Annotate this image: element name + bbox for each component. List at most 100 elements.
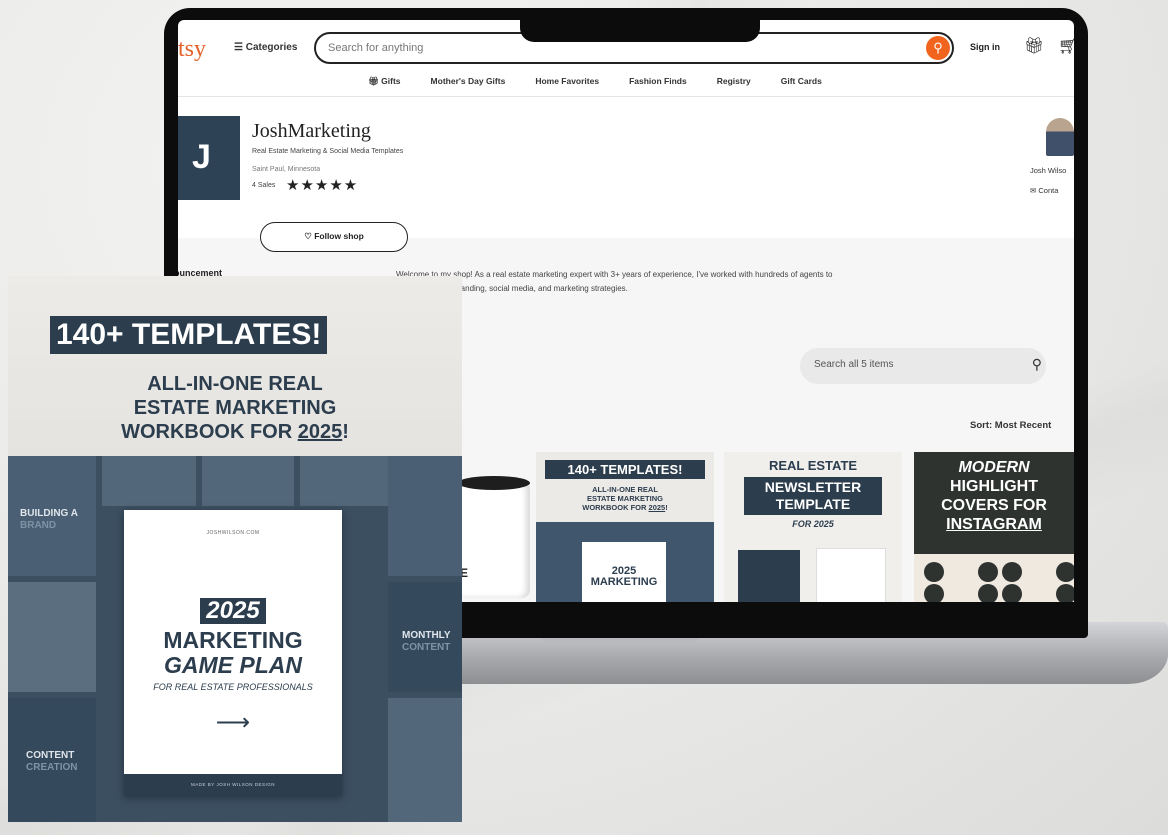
- thumb-title: MODERN: [958, 459, 1030, 476]
- cover-title-italic: GAME PLAN: [164, 652, 302, 678]
- thumb-subtitle-line: ESTATE MARKETING: [587, 494, 663, 503]
- card-subheadline-line: ESTATE MARKETING: [133, 397, 337, 419]
- nav-item-gift-cards[interactable]: Gift Cards: [781, 76, 822, 87]
- shop-logo: J: [178, 116, 240, 200]
- thumb-subtitle-line: ALL-IN-ONE REAL: [592, 485, 658, 494]
- thumb-title-line: HIGHLIGHT: [950, 478, 1038, 495]
- rating-stars[interactable]: ★★★★★: [286, 176, 358, 194]
- gift-icon[interactable]: 🎁︎: [1024, 36, 1044, 56]
- contact-link[interactable]: ✉ Conta: [1030, 186, 1058, 195]
- card-subheadline-text: WORKBOOK FOR: [121, 421, 298, 443]
- thumb-document: 2025 MARKETING: [582, 542, 666, 602]
- card-subheadline-line: WORKBOOK FOR 2025!: [8, 420, 462, 444]
- listing-thumbnail[interactable]: 140+ TEMPLATES! ALL-IN-ONE REAL ESTATE M…: [536, 452, 714, 602]
- divider: [178, 96, 1074, 97]
- cover-year: 2025: [200, 598, 266, 624]
- cover-footer: MADE BY JOSH WILSON DESIGN: [124, 774, 342, 796]
- thumb-subtitle: ALL-IN-ONE REAL ESTATE MARKETING WORKBOO…: [536, 485, 714, 512]
- highlight-circle: [1002, 584, 1022, 602]
- heart-icon: ♡: [304, 231, 312, 241]
- nav-item-label: Gifts: [381, 76, 401, 86]
- highlight-circle: [924, 562, 944, 582]
- nav-item-fashion-finds[interactable]: Fashion Finds: [629, 76, 687, 87]
- collage-tile: [102, 456, 196, 506]
- thumb-subtitle-text: WORKBOOK FOR: [582, 503, 647, 512]
- highlight-circle: [978, 562, 998, 582]
- collage-label-line: CONTENT: [26, 750, 75, 761]
- thumb-excl: !: [665, 503, 668, 512]
- thumb-title: 140+ TEMPLATES!: [545, 460, 705, 479]
- search-icon[interactable]: ⚲: [926, 36, 950, 60]
- nav-item-gifts[interactable]: 🎁︎ Gifts: [368, 76, 401, 87]
- thumb-title-line: INSTAGRAM: [946, 516, 1042, 533]
- camera-notch: [520, 8, 760, 42]
- hamburger-icon: ☰: [234, 42, 243, 53]
- highlight-circle: [1056, 584, 1074, 602]
- product-card: 140+ TEMPLATES! ALL-IN-ONE REAL ESTATE M…: [8, 276, 462, 822]
- collage-label: BUILDING A BRAND: [20, 508, 78, 532]
- nav-item-home-favorites[interactable]: Home Favorites: [535, 76, 599, 87]
- collage-tile: [300, 456, 388, 506]
- categories-button[interactable]: ☰ Categories: [234, 42, 297, 53]
- nav-item-mothers-day[interactable]: Mother's Day Gifts: [431, 76, 506, 87]
- thumb-title-line: COVERS FOR: [941, 497, 1047, 514]
- thumb-subtitle: FOR 2025: [792, 519, 834, 529]
- cover-site: JOSHWILSON.COM: [206, 530, 260, 536]
- arrow-right-icon: ⟶: [215, 709, 251, 736]
- workbook-cover: JOSHWILSON.COM 2025 MARKETING GAME PLAN …: [124, 510, 342, 796]
- collage-tile: [8, 582, 96, 692]
- card-excl: !: [342, 421, 349, 443]
- categories-label: Categories: [245, 42, 298, 53]
- doc-title: MARKETING: [590, 576, 658, 588]
- listing-thumbnail[interactable]: MODERN HIGHLIGHT COVERS FOR INSTAGRAM: [914, 452, 1074, 602]
- welcome-text: Welcome to my shop! As a real estate mar…: [396, 268, 986, 296]
- shop-tagline: Real Estate Marketing & Social Media Tem…: [252, 148, 404, 155]
- listing-thumbnail[interactable]: REAL ESTATE NEWSLETTER TEMPLATE FOR 2025: [724, 452, 902, 602]
- newsletter-mockup: [738, 550, 800, 602]
- collage-label-line: CONTENT: [402, 642, 451, 653]
- collage-label-line: BUILDING A: [20, 508, 78, 519]
- shop-sales[interactable]: 4 Sales: [252, 182, 275, 189]
- cover-title: MARKETING: [163, 627, 303, 653]
- follow-label: Follow shop: [314, 231, 364, 241]
- gift-icon: 🎁︎: [368, 76, 379, 86]
- card-subheadline-line: ALL-IN-ONE REAL: [147, 373, 323, 395]
- card-subheadline: ALL-IN-ONE REAL ESTATE MARKETING WORKBOO…: [8, 372, 462, 444]
- shop-items-search[interactable]: Search all 5 items ⚲: [800, 348, 1046, 384]
- thumb-subtitle-line: WORKBOOK FOR 2025!: [536, 503, 714, 512]
- thumb-year: 2025: [648, 503, 666, 512]
- cart-icon[interactable]: 🛒︎: [1058, 36, 1074, 56]
- thumb-title: REAL ESTATE: [768, 458, 858, 473]
- card-headline: 140+ TEMPLATES!: [50, 316, 328, 354]
- highlight-covers: [914, 554, 1074, 602]
- collage-tile: [388, 456, 462, 576]
- highlight-circle: [1002, 562, 1022, 582]
- card-year: 2025: [297, 421, 343, 443]
- sort-dropdown[interactable]: Sort: Most Recent: [970, 420, 1051, 431]
- sign-in-link[interactable]: Sign in: [970, 42, 1000, 52]
- thumb-title-box: NEWSLETTER TEMPLATE: [744, 477, 882, 515]
- mug-image: E: [458, 476, 530, 598]
- etsy-logo[interactable]: tsy: [178, 36, 206, 63]
- search-icon[interactable]: ⚲: [1032, 356, 1042, 373]
- avatar[interactable]: [1046, 118, 1074, 156]
- mail-icon: ✉: [1030, 186, 1037, 195]
- owner-name[interactable]: Josh Wilso: [1030, 166, 1066, 175]
- collage-label: CONTENT CREATION: [26, 750, 77, 774]
- follow-shop-button[interactable]: ♡ Follow shop: [260, 222, 408, 252]
- welcome-line: Welcome to my shop! As a real estate mar…: [396, 270, 833, 279]
- items-search-input[interactable]: Search all 5 items: [814, 359, 893, 370]
- highlight-circle: [1056, 562, 1074, 582]
- contact-label: Conta: [1038, 186, 1059, 195]
- collage-label-line: BRAND: [20, 520, 57, 531]
- collage-label-line: CREATION: [26, 762, 78, 773]
- shop-location: Saint Paul, Minnesota: [252, 166, 321, 173]
- shop-name: JoshMarketing: [252, 120, 371, 142]
- collage-label: MONTHLY CONTENT: [402, 630, 451, 654]
- welcome-line: randing, social media, and marketing str…: [458, 284, 628, 293]
- search-input[interactable]: Search for anything: [328, 42, 423, 54]
- nav-item-registry[interactable]: Registry: [717, 76, 751, 87]
- highlight-circle: [924, 584, 944, 602]
- thumb-title-line: TEMPLATE: [775, 496, 851, 512]
- highlight-circle: [978, 584, 998, 602]
